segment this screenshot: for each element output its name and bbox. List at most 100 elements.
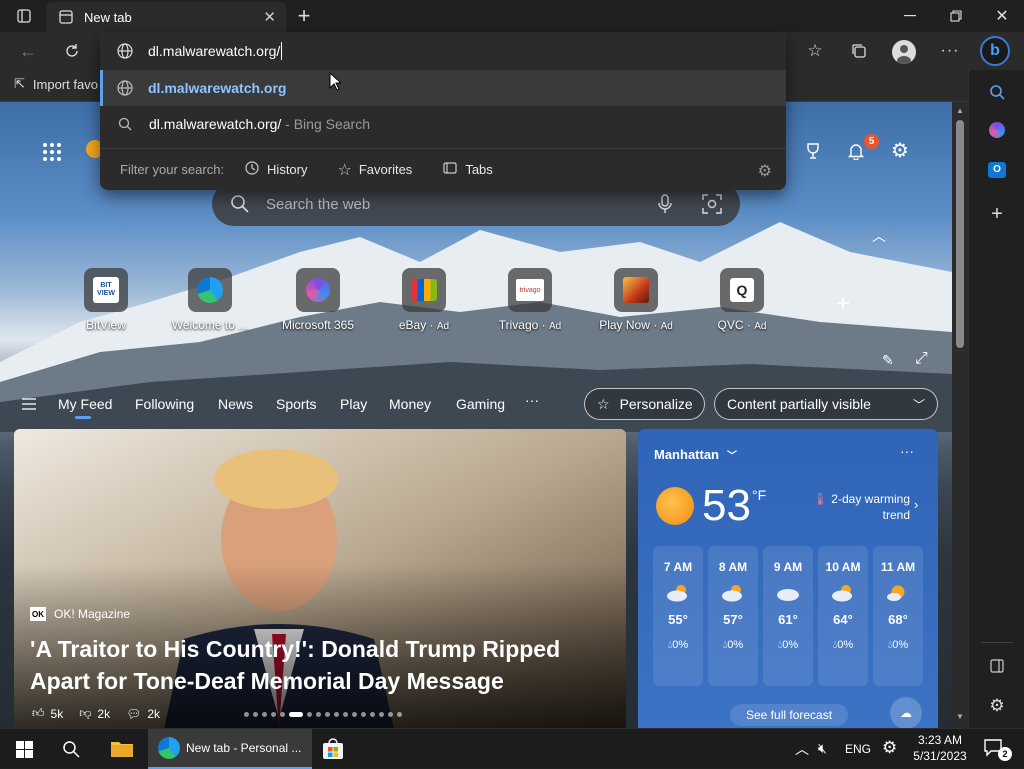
tab-new-tab[interactable]: New tab ✕ [46,2,286,32]
collapse-chevron-icon[interactable]: ︿ [872,226,886,246]
personalize-icon: ☆ [597,395,610,412]
collections-icon[interactable] [848,40,870,62]
filter-settings-icon[interactable]: ⚙ [758,161,772,181]
clock[interactable]: 3:23 AM 5/31/2023 [908,732,972,764]
carousel-dot-active [289,712,303,717]
quick-link-ebay[interactable]: eBay · Ad [369,268,479,332]
minimize-button[interactable] [896,4,924,28]
refresh-button[interactable] [60,40,84,62]
star-icon: ☆ [337,161,352,179]
filter-favorites-button[interactable]: ☆ Favorites [338,160,413,180]
sidebar-add-icon[interactable]: + [985,202,1009,226]
quick-link-trivago[interactable]: trivago Trivago · Ad [475,268,585,332]
weather-assistant-icon[interactable]: ☁ [890,697,922,728]
tray-chevron-up-icon[interactable]: ︿ [795,739,809,759]
sidebar-outlook-icon[interactable]: O [988,162,1006,178]
address-bar[interactable]: dl.malwarewatch.org/ [100,32,786,70]
content-visibility-select[interactable]: Content partially visible ﹀ [714,388,938,420]
suggestion-site[interactable]: dl.malwarewatch.org [100,70,786,106]
expand-icon[interactable]: ⤢ [915,350,928,368]
see-full-forecast-link[interactable]: See full forecast [730,704,849,726]
bitview-logo: BIT VIEW [93,277,119,303]
quick-link-bitview[interactable]: BIT VIEW BitView [51,268,161,332]
back-button[interactable]: ← [16,40,40,62]
sidebar-toggle-icon[interactable] [985,654,1009,678]
filter-tabs-button[interactable]: Tabs [442,160,493,179]
weather-trend[interactable]: 🌡︎ 2-day warming trend [806,491,910,523]
history-icon [244,160,260,179]
profile-avatar[interactable] [892,40,916,64]
tab-my-feed[interactable]: My Feed [58,396,112,412]
file-explorer-icon[interactable] [110,738,134,758]
partly-cloudy-icon [665,584,691,602]
personalize-button[interactable]: ☆ Personalize [584,388,705,420]
like-icon[interactable]: 👍︎ [32,706,45,721]
tab-news[interactable]: News [218,396,253,412]
page-settings-icon[interactable]: ⚙ [888,138,912,162]
address-input[interactable]: dl.malwarewatch.org/ [148,43,280,59]
taskbar-search-icon[interactable] [62,740,80,763]
hero-article-card[interactable]: OK OK! Magazine 'A Traitor to His Countr… [14,429,626,728]
dislike-icon[interactable]: 👎︎ [79,706,91,721]
rewards-icon[interactable] [802,140,824,162]
microphone-icon[interactable] [658,194,672,219]
suggestion-bing-search[interactable]: dl.malwarewatch.org/ - Bing Search [100,106,786,142]
scroll-down-arrow[interactable]: ▼ [956,712,964,721]
start-button[interactable] [16,741,33,763]
weather-more-icon[interactable]: ··· [900,443,914,459]
address-bar-dropdown: dl.malwarewatch.org/ dl.malwarewatch.org… [100,32,786,190]
visual-search-icon[interactable] [702,194,722,219]
mostly-sunny-icon [885,584,911,602]
tab-gaming[interactable]: Gaming [456,396,505,412]
restore-button[interactable] [942,4,970,28]
feed-menu-icon[interactable] [22,397,36,415]
partly-cloudy-icon [720,584,746,602]
favorites-star-icon[interactable]: ☆ [804,40,826,62]
tray-settings-icon[interactable]: ⚙ [882,738,897,758]
article-headline[interactable]: 'A Traitor to His Country!': Donald Trum… [30,633,620,697]
quick-link-microsoft-365[interactable]: Microsoft 365 [263,268,373,332]
suggestion-text: dl.malwarewatch.org/ [149,116,282,132]
scrollbar-thumb[interactable] [956,120,964,348]
tab-page-icon [58,9,74,25]
quick-link-play-now[interactable]: Play Now · Ad [581,268,691,332]
edit-background-icon[interactable]: ✎ [882,352,894,369]
add-quick-link-button[interactable]: + [836,290,850,318]
apps-grid-icon[interactable] [42,142,62,162]
weather-card[interactable]: Manhattan ﹀ ··· 53 °F 🌡︎ 2-day warming t… [638,429,938,728]
new-tab-button[interactable]: + [292,3,316,28]
store-icon[interactable] [322,738,344,760]
tab-play[interactable]: Play [340,396,367,412]
tab-sports[interactable]: Sports [276,396,316,412]
scroll-up-arrow[interactable]: ▲ [956,106,964,115]
close-window-button[interactable]: ✕ [988,4,1016,28]
more-tabs-icon[interactable]: ··· [525,392,539,408]
tab-following[interactable]: Following [135,396,194,412]
carousel-dots[interactable] [242,712,404,717]
more-options-icon[interactable]: ··· [938,40,962,62]
weather-location[interactable]: Manhattan ﹀ [654,447,737,462]
tab-close-icon[interactable]: ✕ [263,8,276,26]
tab-actions-icon[interactable] [10,6,38,26]
taskbar-edge-window[interactable]: New tab - Personal ... [148,729,312,769]
sidebar-settings-icon[interactable]: ⚙ [985,694,1009,718]
quick-link-welcome[interactable]: Welcome to ... [155,268,265,332]
tab-my-feed-underline [75,416,91,419]
volume-muted-icon[interactable]: 🔇︎ [818,740,827,757]
page-scrollbar[interactable]: ▲ ▼ [952,102,968,728]
source-logo: OK [30,607,46,621]
notifications-badge: 5 [864,134,879,149]
chevron-right-icon[interactable]: › [914,497,918,512]
filter-history-button[interactable]: History [244,160,308,179]
quick-link-qvc[interactable]: Q QVC · Ad [687,268,797,332]
language-indicator[interactable]: ENG [845,742,871,756]
comment-icon[interactable]: 💬︎ [126,707,141,721]
bing-copilot-icon[interactable]: b [980,36,1010,66]
sidebar-copilot-icon[interactable] [989,122,1005,138]
hourly-forecast: 11 AM 68° 💧︎0% [873,546,923,686]
tab-money[interactable]: Money [389,396,431,412]
tabs-icon [442,160,458,179]
sidebar-search-icon[interactable] [985,80,1009,104]
import-favorites-link[interactable]: ⇱ Import favo [14,76,98,92]
hourly-forecast: 9 AM 61° 💧︎0% [763,546,813,686]
